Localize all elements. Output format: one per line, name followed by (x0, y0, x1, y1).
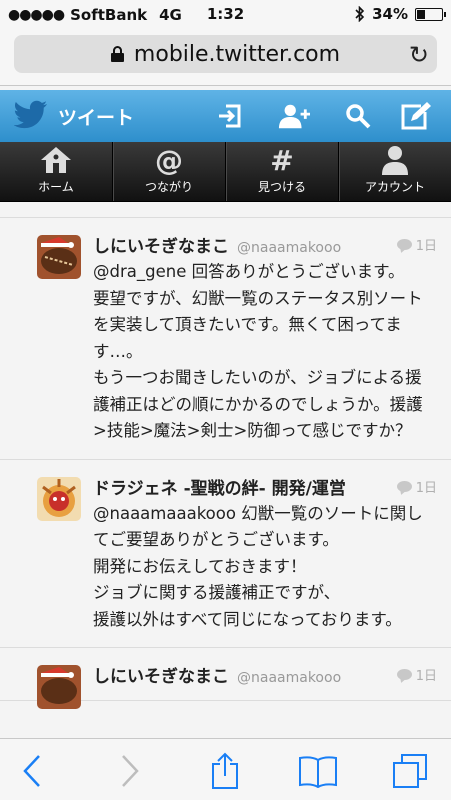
forward-button[interactable] (110, 751, 150, 791)
timeline: しにいそぎなまこ @naaamakooo 1日 @dra_gene 回答ありがと… (0, 202, 451, 738)
tabs-button[interactable] (390, 751, 430, 791)
chevron-left-icon (23, 755, 40, 787)
timeline-top-divider (0, 202, 451, 218)
nav-label-account: アカウント (364, 180, 425, 194)
tweet-author-handle[interactable]: @naaamakooo (237, 670, 341, 686)
tweet-author-handle[interactable]: @naaamakooo (237, 240, 341, 256)
tweet-timestamp: 1日 (396, 665, 437, 684)
address-bar[interactable]: mobile.twitter.com ↻ (14, 35, 437, 73)
chevron-right-icon (122, 755, 139, 787)
bookmarks-button[interactable] (298, 751, 338, 791)
share-icon (212, 752, 238, 789)
nav-item-account[interactable]: アカウント (338, 142, 451, 201)
hash-icon: # (270, 143, 294, 177)
tweet-item[interactable]: しにいそぎなまこ @naaamakooo 1日 (0, 648, 451, 709)
nav-label-connect: つながり (144, 180, 193, 194)
browser-toolbar (0, 738, 451, 800)
battery-percent: 34% (372, 5, 408, 23)
reply-bubble-icon (396, 239, 412, 250)
nav-item-home[interactable]: ホーム (0, 142, 112, 201)
nav-label-discover: 見つける (257, 180, 306, 194)
add-user-icon[interactable] (278, 100, 310, 132)
lock-icon (110, 46, 124, 62)
browser-address-area: mobile.twitter.com ↻ (0, 30, 451, 86)
tweet-timestamp: 1日 (396, 477, 437, 496)
reply-bubble-icon (396, 480, 412, 492)
nav-item-connect[interactable]: @ つながり (112, 142, 225, 201)
avatar[interactable] (37, 235, 81, 279)
tabs-icon (393, 754, 427, 788)
back-button[interactable] (12, 751, 52, 791)
twitter-bird-icon[interactable] (14, 100, 48, 130)
battery-icon (415, 7, 446, 21)
search-icon[interactable] (342, 100, 374, 132)
tweet-time-text: 1日 (415, 480, 437, 496)
bluetooth-icon (355, 6, 365, 22)
nav-label-home: ホーム (38, 180, 74, 194)
reply-bubble-icon (396, 669, 412, 680)
compose-icon[interactable] (400, 100, 432, 132)
avatar[interactable] (37, 665, 81, 709)
url-text: mobile.twitter.com (133, 41, 341, 67)
home-icon (40, 144, 72, 176)
book-icon (299, 756, 337, 788)
reload-icon[interactable]: ↻ (409, 41, 429, 69)
tweet-text: @naaamaaakooo 幻獣一覧のソートに関してご要望ありがとうございます。… (93, 503, 423, 629)
tweet-author-name[interactable]: しにいそぎなまこ (93, 232, 229, 257)
at-icon: @ (155, 143, 183, 177)
tweet-time-text: 1日 (415, 669, 437, 684)
tweet-item[interactable]: しにいそぎなまこ @naaamakooo 1日 @dra_gene 回答ありがと… (0, 218, 451, 460)
tweet-timestamp: 1日 (396, 235, 437, 254)
tweet-time-text: 1日 (415, 239, 437, 254)
tweet-text: @dra_gene 回答ありがとうございます。 要望ですが、幻獣一覧のステータス… (93, 262, 423, 440)
avatar[interactable] (37, 476, 81, 521)
share-button[interactable] (205, 751, 245, 791)
nav-item-discover[interactable]: # 見つける (225, 142, 338, 201)
header-title: ツイート (58, 107, 135, 129)
person-icon (381, 144, 409, 176)
twitter-header: ツイート (0, 90, 451, 142)
sign-in-icon[interactable] (214, 100, 246, 132)
nav-bar: ホーム @ つながり # 見つける アカウント (0, 142, 451, 202)
status-bar: ●●●●● SoftBank 4G 1:32 34% (0, 0, 451, 30)
tweet-author-name[interactable]: しにいそぎなまこ (93, 662, 229, 687)
tweet-author-name[interactable]: ドラジェネ -聖戦の絆- 開発/運営 (93, 474, 346, 499)
tweet-item[interactable]: ドラジェネ -聖戦の絆- 開発/運営 1日 @naaamaaakooo 幻獣一覧… (0, 460, 451, 648)
